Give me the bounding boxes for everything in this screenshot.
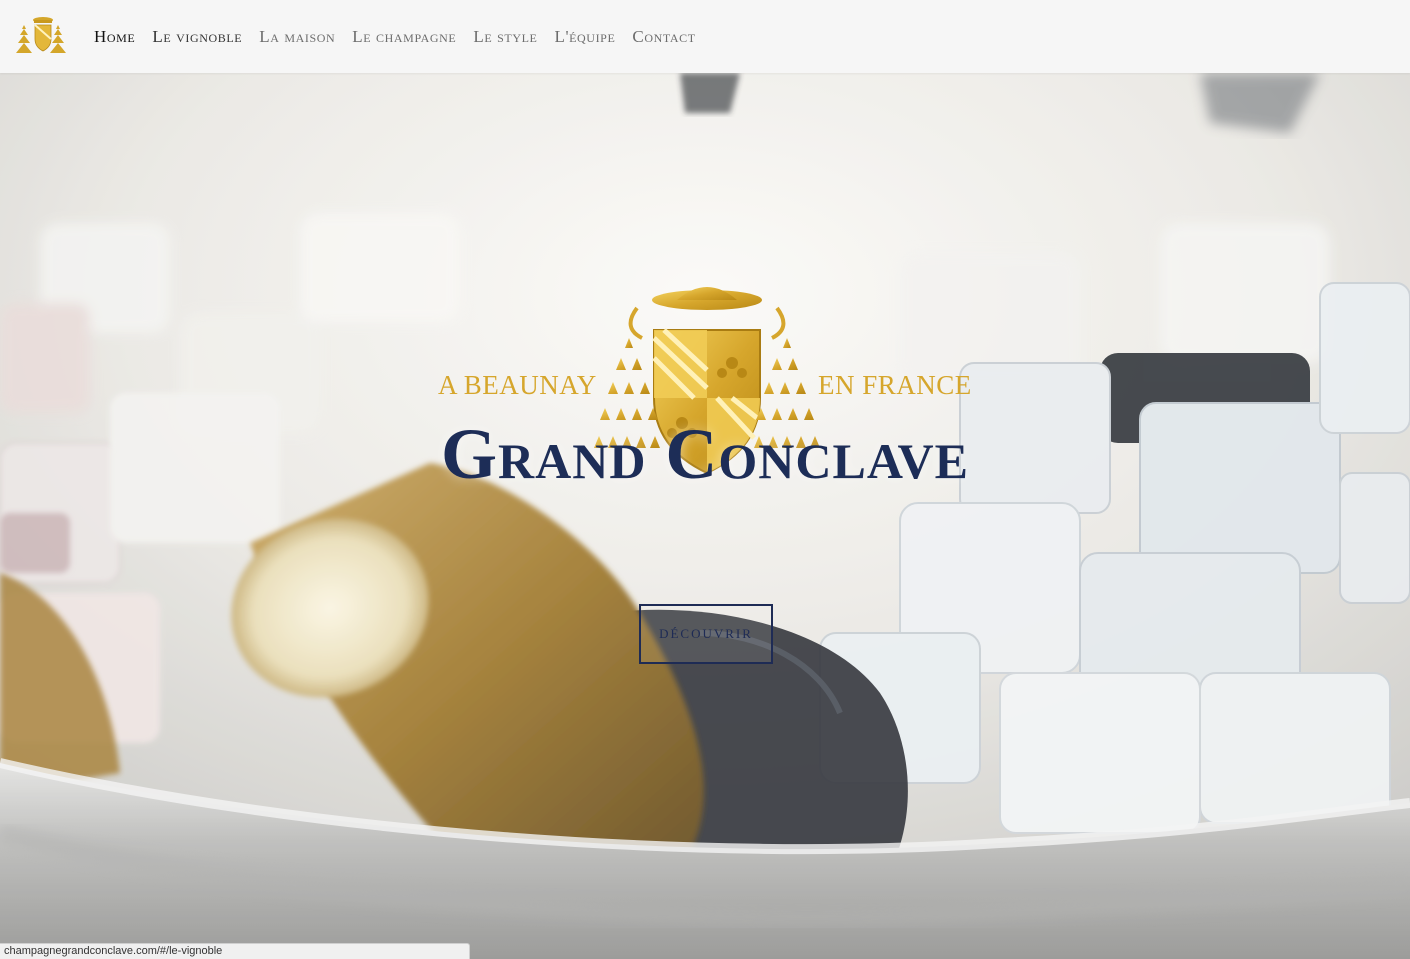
browser-status-url: champagnegrandconclave.com/#/le-vignoble bbox=[0, 943, 470, 959]
decouvrir-button[interactable]: DÉCOUVRIR bbox=[639, 604, 773, 664]
hero-section: A BEAUNAY EN FRANCE Grand Conclave DÉCOU… bbox=[0, 73, 1410, 959]
nav-item-l-equipe[interactable]: L'équipe bbox=[554, 27, 615, 47]
nav-item-home[interactable]: Home bbox=[94, 27, 135, 47]
top-navigation: Home Le vignoble La maison Le champagne … bbox=[0, 0, 1410, 73]
main-menu: Home Le vignoble La maison Le champagne … bbox=[94, 27, 696, 47]
crest-right-text: EN FRANCE bbox=[818, 370, 972, 400]
nav-item-le-champagne[interactable]: Le champagne bbox=[352, 27, 456, 47]
crest-left-text: A BEAUNAY bbox=[438, 370, 597, 400]
nav-item-le-vignoble[interactable]: Le vignoble bbox=[152, 27, 242, 47]
nav-item-la-maison[interactable]: La maison bbox=[259, 27, 335, 47]
nav-item-le-style[interactable]: Le style bbox=[473, 27, 537, 47]
champagne-ice-bucket-image bbox=[0, 73, 1410, 959]
crest-logo-icon[interactable] bbox=[16, 15, 70, 59]
hero-title: Grand Conclave bbox=[440, 414, 969, 494]
nav-item-contact[interactable]: Contact bbox=[632, 27, 695, 47]
